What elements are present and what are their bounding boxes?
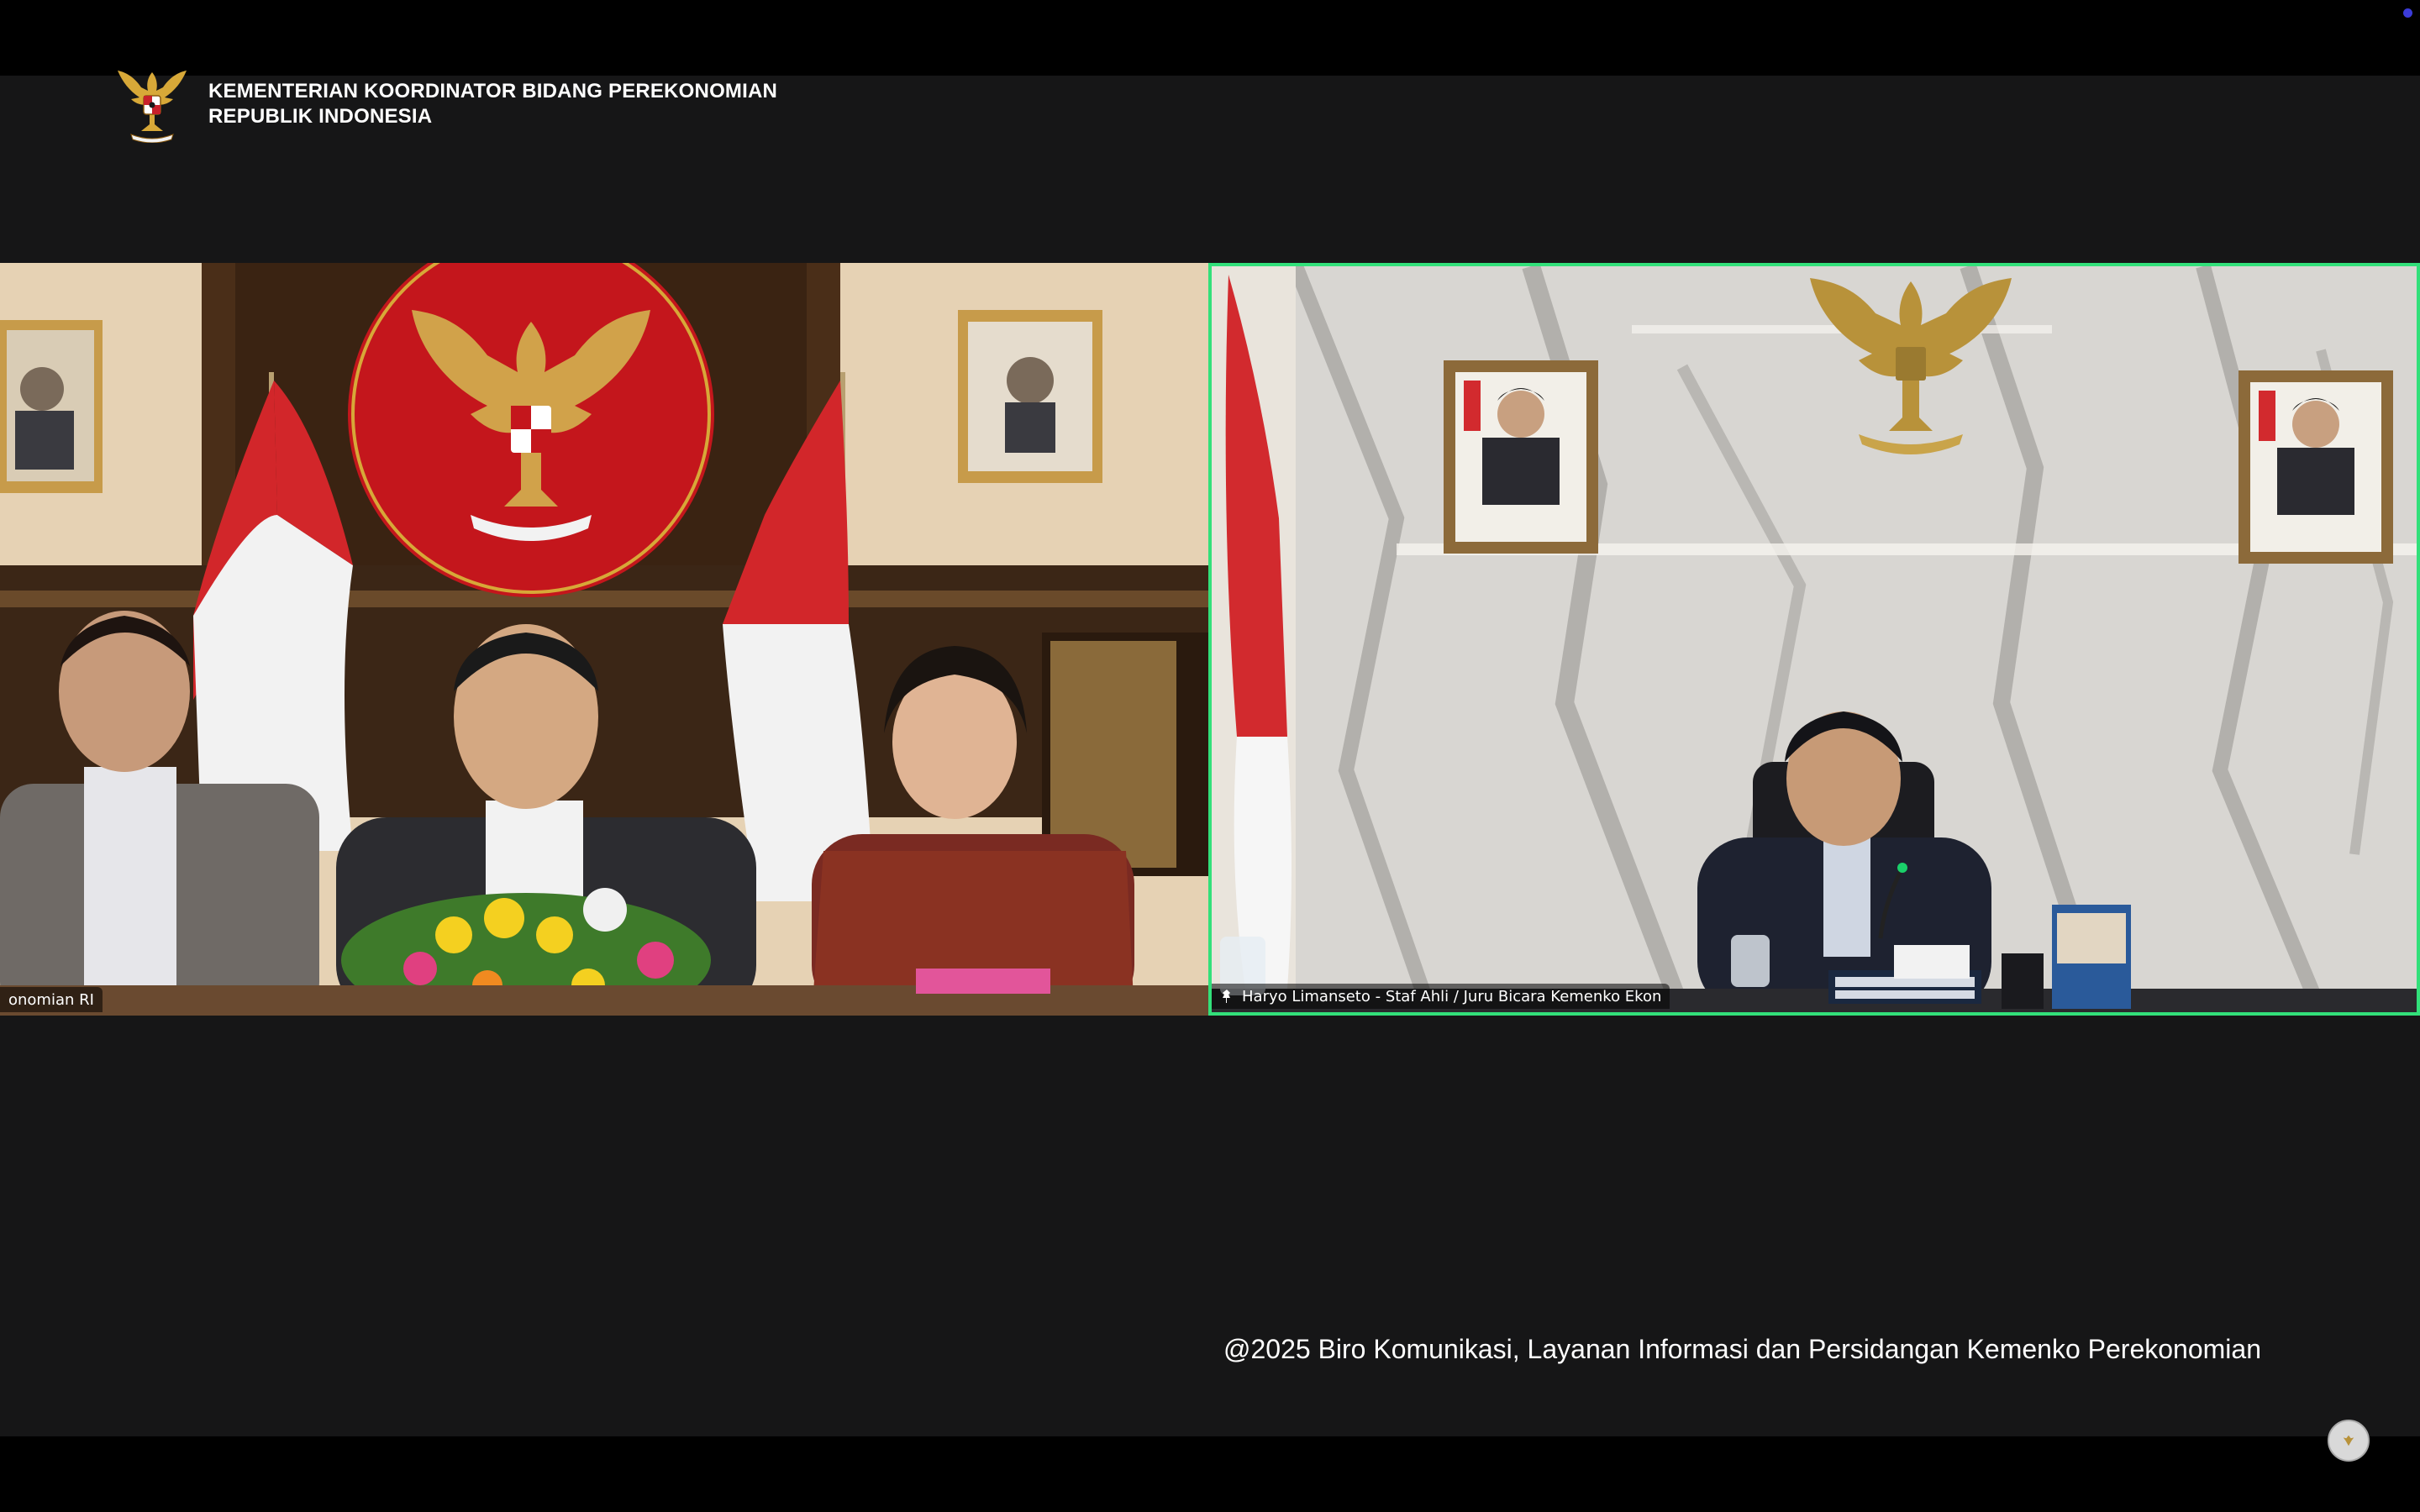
participant-video-left [0,263,1208,1016]
copyright-caption: @2025 Biro Komunikasi, Layanan Informasi… [1223,1334,2261,1364]
garuda-emblem-icon [118,71,187,143]
participant-name-label-left: onomian RI [0,987,103,1012]
participant-video-tile-left[interactable]: onomian RI [0,263,1208,1016]
broadcast-header: KEMENTERIAN KOORDINATOR BIDANG PEREKONOM… [116,64,777,144]
meeting-screen: KEMENTERIAN KOORDINATOR BIDANG PEREKONOM… [0,0,2420,1512]
avatar[interactable] [2328,1420,2370,1462]
participant-video-tile-active-speaker[interactable]: Haryo Limanseto - Staf Ahli / Juru Bicar… [1208,263,2420,1016]
participant-name-label-right: Haryo Limanseto - Staf Ahli / Juru Bicar… [1212,984,1670,1009]
participant-video-right [1212,266,2417,1012]
pin-icon [1223,990,1230,1003]
participant-name: Haryo Limanseto - Staf Ahli / Juru Bicar… [1242,987,1662,1005]
garuda-mini-icon [2343,1435,2354,1446]
organization-name-line-2: REPUBLIK INDONESIA [208,105,433,128]
organization-name: KEMENTERIAN KOORDINATOR BIDANG PEREKONOM… [208,79,777,129]
organization-name-line-1: KEMENTERIAN KOORDINATOR BIDANG PEREKONOM… [208,80,778,102]
participant-name: onomian RI [8,990,94,1009]
status-indicator-dot [2403,8,2412,18]
